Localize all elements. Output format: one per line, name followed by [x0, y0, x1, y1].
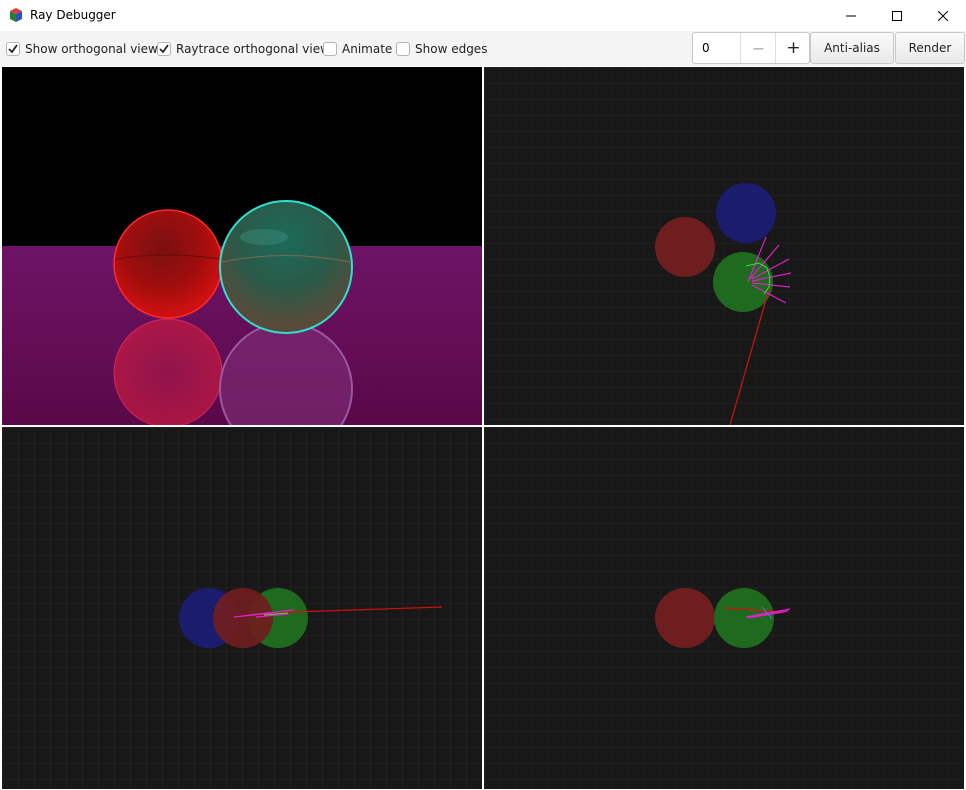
minimize-icon: [846, 15, 856, 16]
viewport-grid: [0, 66, 966, 790]
render-button[interactable]: Render: [895, 32, 965, 64]
increment-button[interactable]: +: [775, 33, 811, 63]
maximize-icon: [892, 10, 902, 21]
checkbox-box[interactable]: [157, 42, 171, 56]
checkbox-label: Show orthogonal views: [25, 42, 165, 56]
orthogonal-view-top[interactable]: [484, 67, 964, 425]
checkbox-box[interactable]: [323, 42, 337, 56]
orthogonal-view-front[interactable]: [2, 427, 482, 789]
anti-alias-button[interactable]: Anti-alias: [810, 32, 894, 64]
animate-checkbox[interactable]: Animate: [323, 40, 392, 58]
close-icon: [938, 10, 948, 21]
red-sphere: [113, 209, 223, 319]
green-sphere: [714, 588, 774, 648]
red-sphere: [655, 217, 715, 277]
checkbox-box[interactable]: [6, 42, 20, 56]
minimize-button[interactable]: [828, 0, 874, 31]
red-sphere: [213, 588, 273, 648]
checkmark-icon: [8, 44, 18, 54]
green-sphere: [713, 252, 773, 312]
show-orthogonal-views-checkbox[interactable]: Show orthogonal views: [6, 40, 164, 58]
spinner-value[interactable]: 0: [702, 41, 710, 55]
maximize-button[interactable]: [874, 0, 920, 31]
sample-count-spinner[interactable]: 0 − +: [692, 32, 810, 64]
close-button[interactable]: [920, 0, 966, 31]
checkbox-label: Show edges: [415, 42, 488, 56]
title-bar: Ray Debugger: [0, 0, 966, 31]
checkbox-label: Raytrace orthogonal views: [176, 42, 337, 56]
checkbox-label: Animate: [342, 42, 393, 56]
checkbox-box[interactable]: [396, 42, 410, 56]
raytrace-orthogonal-views-checkbox[interactable]: Raytrace orthogonal views: [157, 40, 336, 58]
green-sphere: [219, 200, 353, 334]
app-cube-icon: [10, 8, 22, 22]
checkmark-icon: [159, 44, 169, 54]
red-sphere: [655, 588, 715, 648]
window-title: Ray Debugger: [30, 8, 116, 22]
decrement-button[interactable]: −: [740, 33, 776, 63]
blue-sphere: [716, 183, 776, 243]
show-edges-checkbox[interactable]: Show edges: [396, 40, 487, 58]
orthogonal-view-side[interactable]: [484, 427, 964, 789]
perspective-render-view[interactable]: [2, 67, 482, 425]
